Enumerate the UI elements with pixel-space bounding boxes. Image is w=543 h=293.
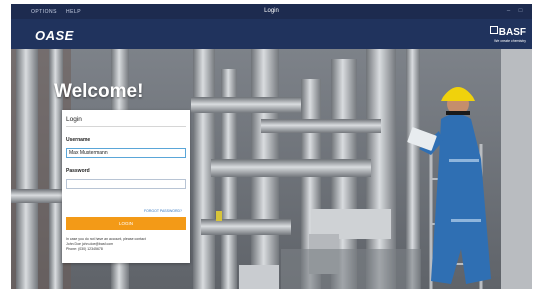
card-divider	[66, 126, 186, 127]
brand-bar: OASE BASF We create chemistry	[11, 19, 532, 49]
login-title: Login	[66, 116, 82, 123]
hero-background: Welcome! Login Username Password FORGOT …	[11, 49, 532, 289]
login-button[interactable]: LOGIN	[66, 217, 186, 230]
username-input[interactable]	[66, 148, 186, 158]
maximize-icon[interactable]: □	[517, 8, 524, 14]
company-logo: BASF We create chemistry	[489, 26, 526, 43]
password-label: Password	[66, 168, 90, 174]
company-tagline: We create chemistry	[494, 39, 526, 43]
basf-square-icon	[489, 26, 498, 34]
title-bar: OPTIONS HELP Login – □	[11, 4, 532, 19]
username-label: Username	[66, 137, 91, 143]
contact-phone: Phone: (030) 12345678	[66, 247, 103, 251]
company-name: BASF	[498, 27, 526, 38]
window-title: Login	[264, 8, 279, 14]
login-card: Login Username Password FORGOT PASSWORD?…	[62, 110, 190, 263]
welcome-heading: Welcome!	[54, 81, 144, 102]
contact-info: In case you do not have an account, plea…	[66, 237, 186, 252]
app-logo: OASE	[35, 28, 74, 43]
password-input[interactable]	[66, 179, 186, 189]
forgot-password-link[interactable]: FORGOT PASSWORD?	[144, 209, 182, 213]
minimize-icon[interactable]: –	[505, 8, 512, 14]
app-window: OPTIONS HELP Login – □ OASE BASF We crea…	[11, 4, 532, 289]
